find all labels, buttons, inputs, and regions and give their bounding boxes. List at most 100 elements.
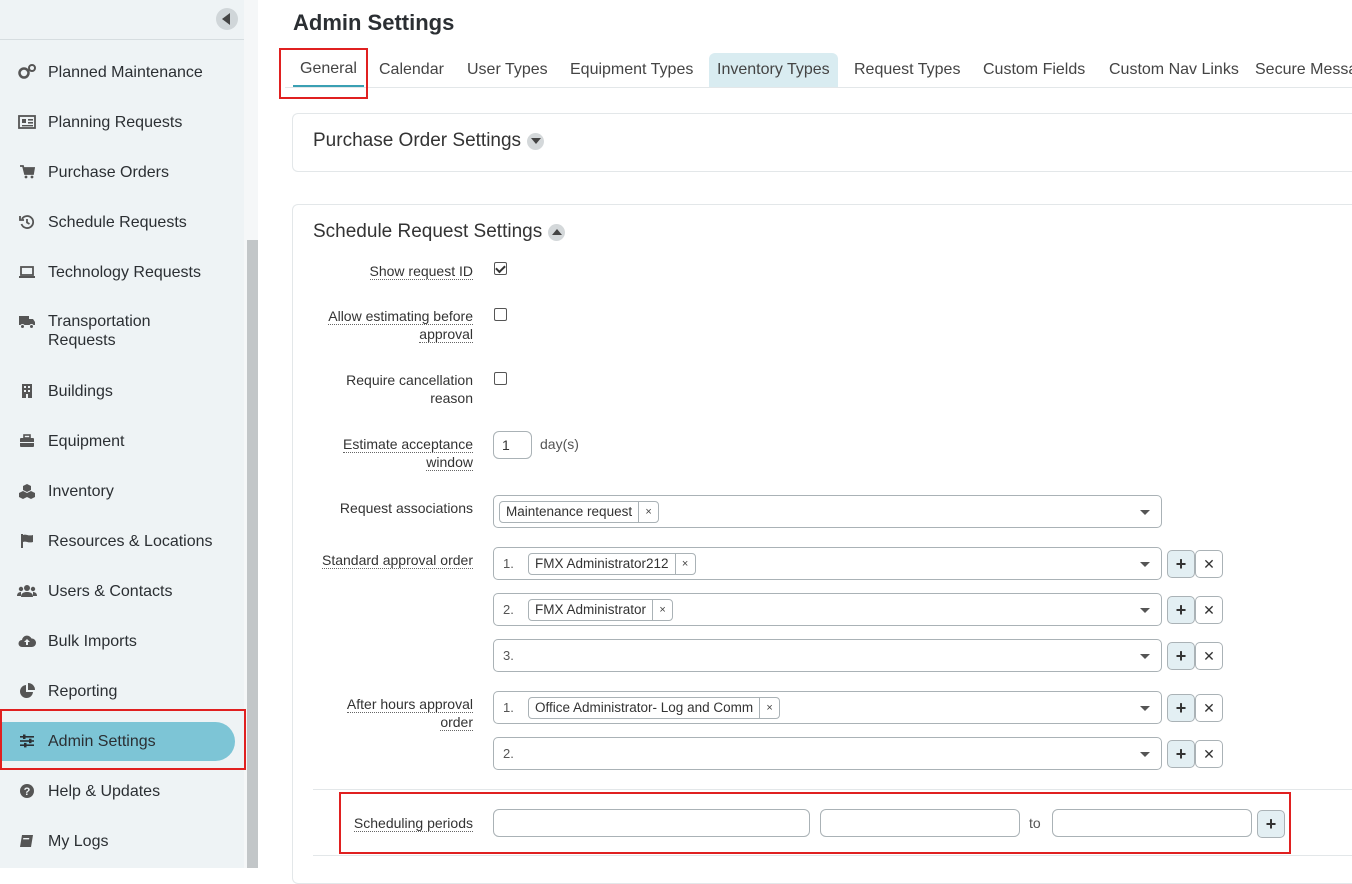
add-scheduling-period-button[interactable]: +	[1257, 810, 1285, 838]
sidebar-item-help-updates[interactable]: ? Help & Updates	[0, 781, 244, 801]
selected-chip: Maintenance request ×	[499, 500, 660, 523]
purchase-order-settings-panel: Purchase Order Settings	[292, 113, 1352, 172]
dropdown-arrow-icon	[1140, 654, 1150, 659]
remove-approval-step-button[interactable]: ✕	[1195, 694, 1223, 722]
tab-request-types[interactable]: Request Types	[854, 53, 960, 87]
chip-remove-button[interactable]: ×	[759, 697, 779, 718]
sidebar-item-schedule-requests[interactable]: Schedule Requests	[0, 212, 244, 232]
sidebar-item-label: Planning Requests	[48, 113, 183, 131]
estimate-window-label: Estimate acceptance window	[343, 435, 473, 471]
sidebar-scrollbar-thumb[interactable]	[247, 240, 258, 868]
request-associations-select[interactable]: Maintenance request ×	[493, 495, 1162, 528]
tab-custom-nav-links[interactable]: Custom Nav Links	[1109, 53, 1239, 87]
allow-estimating-checkbox[interactable]	[494, 308, 507, 321]
panel-title: Purchase Order Settings	[313, 130, 522, 151]
chip-label: Maintenance request	[506, 504, 633, 519]
dropdown-arrow-icon	[1140, 562, 1150, 567]
cart-icon	[17, 162, 37, 182]
sidebar-item-label: My Logs	[48, 832, 109, 850]
divider	[313, 855, 1352, 856]
add-approval-step-button[interactable]: +	[1167, 550, 1195, 578]
gears-icon	[17, 62, 37, 82]
scheduling-period-name-input[interactable]	[493, 809, 810, 837]
dropdown-arrow-icon	[1140, 510, 1150, 515]
selected-chip: FMX Administrator212 ×	[528, 552, 696, 575]
sidebar-item-reporting[interactable]: Reporting	[0, 681, 244, 701]
require-cancellation-checkbox[interactable]	[494, 372, 507, 385]
tab-custom-fields[interactable]: Custom Fields	[983, 53, 1085, 87]
approval-step-number: 2.	[503, 746, 514, 761]
sidebar-item-technology-requests[interactable]: Technology Requests	[0, 262, 244, 282]
sidebar-item-resources-locations[interactable]: Resources & Locations	[0, 531, 244, 551]
show-request-id-label: Show request ID	[369, 262, 473, 280]
chip-remove-button[interactable]: ×	[652, 599, 672, 620]
sidebar-item-my-logs[interactable]: My Logs	[0, 831, 244, 851]
standard-approval-select-3[interactable]: 3.	[493, 639, 1162, 672]
sidebar-item-bulk-imports[interactable]: Bulk Imports	[0, 631, 244, 651]
dropdown-arrow-icon	[1140, 752, 1150, 757]
tab-general[interactable]: General	[293, 53, 364, 87]
label-line-2: approval	[419, 326, 473, 343]
tab-inventory-types[interactable]: Inventory Types	[709, 53, 838, 87]
estimate-window-input[interactable]: 1	[493, 431, 532, 459]
add-approval-step-button[interactable]: +	[1167, 740, 1195, 768]
remove-approval-step-button[interactable]: ✕	[1195, 642, 1223, 670]
question-circle-icon: ?	[17, 781, 37, 801]
sidebar-item-transportation-requests[interactable]: Transportation Requests	[0, 312, 244, 352]
building-icon	[17, 381, 37, 401]
chip-remove-button[interactable]: ×	[638, 501, 658, 522]
collapse-toggle[interactable]	[548, 223, 566, 241]
purchase-order-settings-header[interactable]: Purchase Order Settings	[313, 130, 545, 152]
schedule-request-settings-header[interactable]: Schedule Request Settings	[313, 221, 566, 243]
divider	[313, 789, 1352, 790]
after-hours-approval-select-2[interactable]: 2.	[493, 737, 1162, 770]
page-title: Admin Settings	[293, 10, 455, 35]
label-line-1: Allow estimating before	[328, 308, 473, 325]
scheduling-period-start-input[interactable]	[820, 809, 1020, 837]
history-icon	[17, 212, 37, 232]
collapse-sidebar-button[interactable]	[216, 8, 238, 30]
sidebar-item-label: Help & Updates	[48, 782, 161, 800]
tab-secure-messaging[interactable]: Secure Messa	[1255, 53, 1352, 87]
standard-approval-select-1[interactable]: 1. FMX Administrator212 ×	[493, 547, 1162, 580]
newspaper-icon	[17, 112, 37, 132]
remove-approval-step-button[interactable]: ✕	[1195, 596, 1223, 624]
label-line-2: order	[440, 714, 473, 731]
scheduling-period-end-input[interactable]	[1052, 809, 1252, 837]
panel-title: Schedule Request Settings	[313, 221, 543, 242]
expand-toggle[interactable]	[527, 132, 545, 150]
chip-label: FMX Administrator	[535, 602, 647, 617]
require-cancellation-label: Require cancellation reason	[346, 371, 473, 407]
show-request-id-checkbox[interactable]	[494, 262, 507, 275]
tab-user-types[interactable]: User Types	[467, 53, 548, 87]
sidebar-item-admin-settings[interactable]: Admin Settings	[0, 731, 244, 751]
sidebar-item-equipment[interactable]: Equipment	[0, 431, 244, 451]
users-icon	[17, 581, 37, 601]
approval-step-number: 2.	[503, 602, 514, 617]
chip-remove-button[interactable]: ×	[674, 553, 695, 574]
sidebar-item-planning-requests[interactable]: Planning Requests	[0, 112, 244, 132]
label-line-2: window	[426, 454, 473, 471]
sidebar-item-buildings[interactable]: Buildings	[0, 381, 244, 401]
after-hours-approval-select-1[interactable]: 1. Office Administrator- Log and Comm ×	[493, 691, 1162, 724]
approval-step-number: 1.	[503, 556, 514, 571]
sidebar-item-inventory[interactable]: Inventory	[0, 481, 244, 501]
standard-approval-select-2[interactable]: 2. FMX Administrator ×	[493, 593, 1162, 626]
request-associations-label: Request associations	[339, 500, 473, 516]
add-approval-step-button[interactable]: +	[1167, 596, 1195, 624]
tab-calendar[interactable]: Calendar	[379, 53, 444, 87]
add-approval-step-button[interactable]: +	[1167, 642, 1195, 670]
add-approval-step-button[interactable]: +	[1167, 694, 1195, 722]
sidebar-item-purchase-orders[interactable]: Purchase Orders	[0, 162, 244, 182]
pie-chart-icon	[17, 681, 37, 701]
sidebar-item-planned-maintenance[interactable]: Planned Maintenance	[0, 62, 244, 82]
allow-estimating-label: Allow estimating before approval	[328, 307, 473, 343]
tab-equipment-types[interactable]: Equipment Types	[570, 53, 693, 87]
sidebar-item-label: Technology Requests	[48, 263, 201, 281]
scheduling-periods-label: Scheduling periods	[353, 814, 473, 832]
sidebar-item-users-contacts[interactable]: Users & Contacts	[0, 581, 244, 601]
sidebar-item-label: Reporting	[48, 682, 118, 700]
remove-approval-step-button[interactable]: ✕	[1195, 740, 1223, 768]
sidebar-item-label: Resources & Locations	[48, 532, 213, 550]
remove-approval-step-button[interactable]: ✕	[1195, 550, 1223, 578]
